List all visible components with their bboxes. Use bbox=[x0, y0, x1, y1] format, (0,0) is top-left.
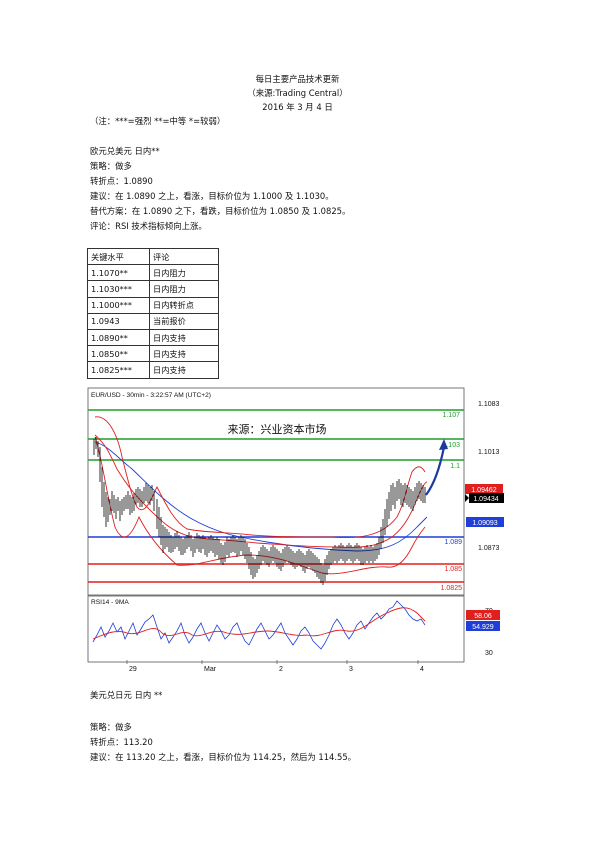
table-row: 1.0850** 日内支持 bbox=[87, 345, 219, 363]
doc-title: 每日主要产品技术更新 bbox=[255, 74, 340, 84]
usdjpy-pair-line: 美元兑日元 日内 ** bbox=[90, 690, 163, 700]
table-cell-comment: 日内支持 bbox=[149, 361, 219, 379]
table-cell-comment: 日内阻力 bbox=[149, 264, 219, 282]
x-axis-label: 29 bbox=[129, 666, 137, 673]
table-row: 1.0825*** 日内支持 bbox=[87, 361, 219, 379]
table-cell-level: 1.0825*** bbox=[87, 361, 150, 379]
table-header-comment: 评论 bbox=[149, 247, 219, 266]
table-cell-level: 1.0943 bbox=[87, 312, 150, 330]
eurusd-pivot: 转折点：1.0890 bbox=[90, 176, 153, 186]
badge-rsi-blue-text: 54.929 bbox=[472, 624, 494, 631]
rsi-axis-label: 30 bbox=[485, 650, 493, 657]
x-axis-label: 4 bbox=[420, 666, 424, 673]
x-axis-label: 3 bbox=[349, 666, 353, 673]
badge-rsi-red-text: 58.06 bbox=[474, 613, 492, 620]
badge-price-current-text: 1.09434 bbox=[473, 496, 498, 503]
usdjpy-advice: 建议：在 113.20 之上，看涨，目标价位为 114.25，然后为 114.5… bbox=[90, 752, 357, 762]
table-cell-comment: 日内支持 bbox=[149, 328, 219, 347]
table-cell-level: 1.1000*** bbox=[87, 296, 150, 314]
table-row: 1.0890** 日内支持 bbox=[87, 328, 219, 347]
level-label-r1: 1.107 bbox=[442, 412, 460, 419]
rating-note: （注：***=强烈 **=中等 *=较弱） bbox=[90, 116, 226, 126]
rsi-label: RSI14 - 9MA bbox=[91, 599, 129, 606]
usdjpy-pivot: 转折点：113.20 bbox=[90, 737, 153, 747]
key-levels-table: 关键水平 评论 1.1070** 日内阻力 1.1030*** 日内阻力 1.1… bbox=[87, 247, 219, 379]
doc-date: 2016 年 3 月 4 日 bbox=[262, 102, 333, 112]
table-header-row: 关键水平 评论 bbox=[87, 247, 219, 266]
badge-price-blue-text: 1.09093 bbox=[472, 520, 497, 527]
eurusd-pair-line: 欧元兑美元 日内** bbox=[90, 146, 160, 156]
x-axis-label: Mar bbox=[204, 666, 217, 673]
level-label-pivot: 1.1 bbox=[450, 463, 460, 470]
table-cell-comment: 当前报价 bbox=[149, 312, 219, 330]
eurusd-chart: 1.107 1.103 1.1 1.089 1.085 1.0825 EUR/U… bbox=[87, 387, 504, 673]
x-axis-label: 2 bbox=[279, 666, 283, 673]
price-axis-label: 1.1013 bbox=[478, 449, 500, 456]
table-cell-comment: 日内支持 bbox=[149, 345, 219, 363]
price-axis-label: 1.1083 bbox=[478, 401, 500, 408]
table-row: 1.1070** 日内阻力 bbox=[87, 264, 219, 282]
doc-source: （来源:Trading Central） bbox=[247, 88, 348, 98]
badge-price-current-pointer bbox=[465, 494, 469, 502]
table-cell-level: 1.1070** bbox=[87, 264, 150, 282]
chart-watermark: 来源：兴业资本市场 bbox=[228, 422, 327, 436]
table-cell-level: 1.0850** bbox=[87, 345, 150, 363]
chart-header: EUR/USD - 30min - 3:22:57 AM (UTC+2) bbox=[91, 392, 211, 399]
table-header-level: 关键水平 bbox=[87, 247, 150, 266]
eurusd-alternative: 替代方案：在 1.0890 之下，看跌，目标价位为 1.0850 及 1.082… bbox=[90, 206, 351, 216]
level-label-s1: 1.089 bbox=[444, 539, 462, 546]
level-label-s3: 1.0825 bbox=[441, 585, 463, 592]
table-cell-level: 1.1030*** bbox=[87, 280, 150, 298]
usdjpy-strategy: 策略：做多 bbox=[90, 722, 132, 732]
eurusd-strategy: 策略：做多 bbox=[90, 161, 132, 171]
eurusd-advice: 建议：在 1.0890 之上，看涨，目标价位为 1.1000 及 1.1030。 bbox=[90, 191, 334, 201]
price-axis-label: 1.0873 bbox=[478, 545, 500, 552]
table-row: 1.1000*** 日内转折点 bbox=[87, 296, 219, 314]
table-cell-comment: 日内转折点 bbox=[149, 296, 219, 314]
table-cell-comment: 日内阻力 bbox=[149, 280, 219, 298]
table-row: 1.1030*** 日内阻力 bbox=[87, 280, 219, 298]
table-row: 1.0943 当前报价 bbox=[87, 312, 219, 330]
table-cell-level: 1.0890** bbox=[87, 328, 150, 347]
level-label-s2: 1.085 bbox=[444, 566, 462, 573]
eurusd-comment: 评论：RSI 技术指标倾向上涨。 bbox=[90, 221, 207, 231]
badge-price-top-text: 1.09462 bbox=[471, 487, 496, 494]
rsi-panel-frame bbox=[87, 595, 465, 663]
